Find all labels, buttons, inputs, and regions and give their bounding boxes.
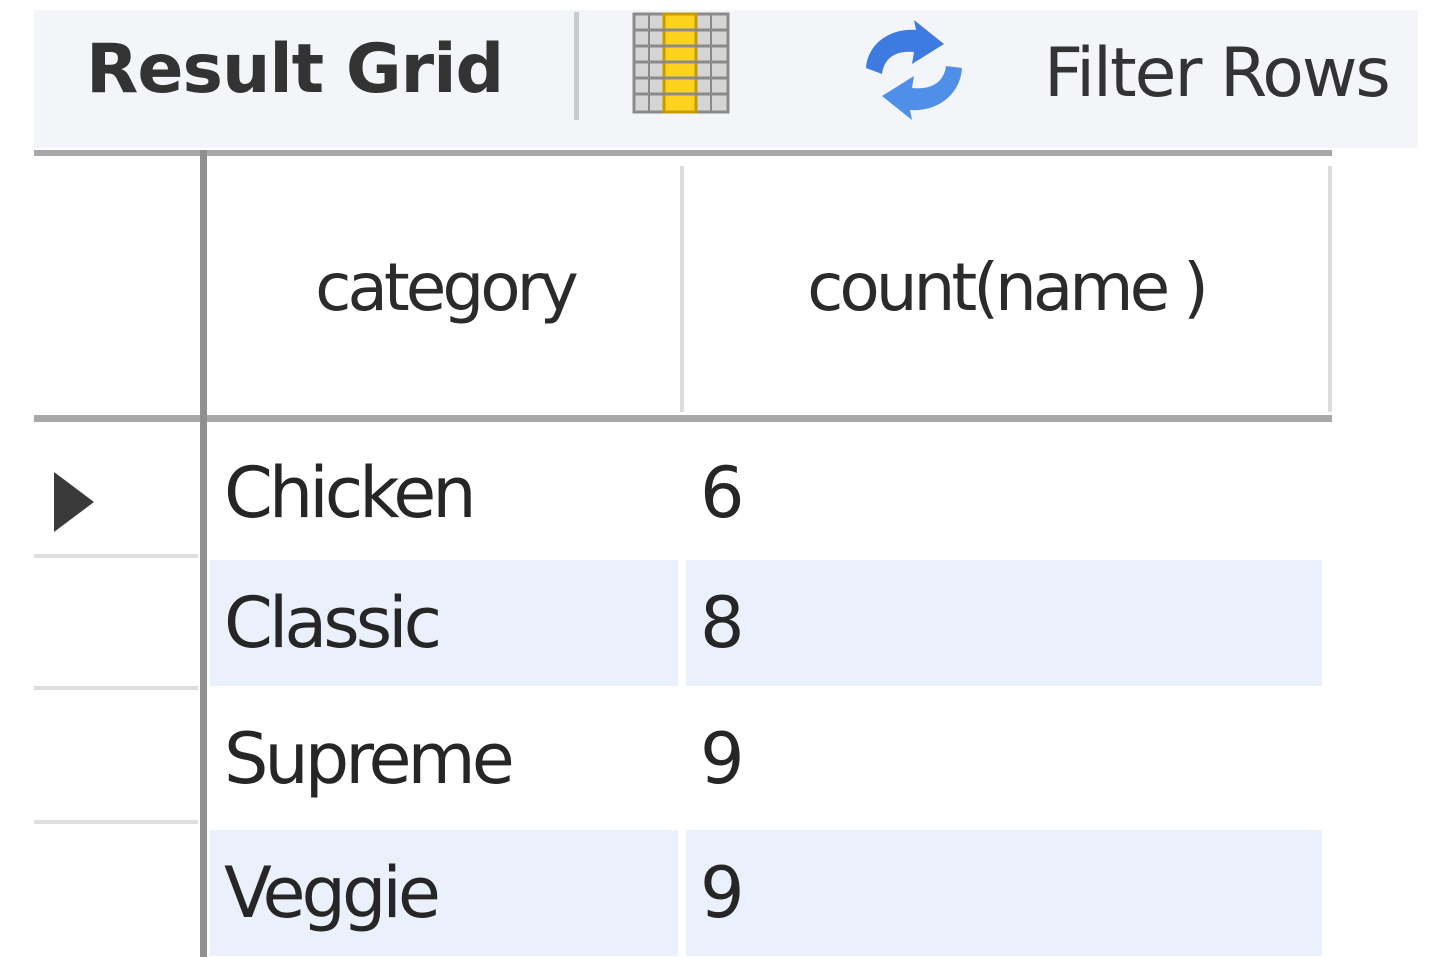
result-grid-toggle-button[interactable]: [630, 12, 732, 116]
header-bottom-border: [34, 415, 1332, 422]
row-pointer-icon: [54, 472, 94, 532]
cell-count[interactable]: 8: [686, 560, 1322, 686]
table-row[interactable]: Chicken 6: [210, 430, 1322, 556]
toolbar-separator: [574, 12, 579, 120]
cell-category[interactable]: Veggie: [210, 830, 678, 956]
refresh-button[interactable]: [848, 18, 980, 122]
table-row[interactable]: Veggie 9: [210, 830, 1322, 956]
column-header-label: category: [315, 249, 579, 326]
row-gutter-separator: [34, 554, 198, 558]
result-grid-tab[interactable]: Result Grid: [86, 30, 504, 110]
result-toolbar: Result Grid Filter Rows: [34, 10, 1418, 148]
cell-category[interactable]: Chicken: [210, 430, 678, 556]
table-row[interactable]: Supreme 9: [210, 696, 1322, 822]
cell-count[interactable]: 9: [686, 830, 1322, 956]
header-top-border: [34, 150, 1332, 156]
row-gutter-separator: [34, 820, 198, 824]
cell-count[interactable]: 9: [686, 696, 1322, 822]
cell-category[interactable]: Classic: [210, 560, 678, 686]
table-row[interactable]: Classic 8: [210, 560, 1322, 686]
cell-category[interactable]: Supreme: [210, 696, 678, 822]
filter-rows-label[interactable]: Filter Rows: [1044, 34, 1391, 114]
refresh-icon: [866, 20, 962, 120]
column-header-category[interactable]: category: [210, 166, 684, 412]
cell-count[interactable]: 6: [686, 430, 1322, 556]
column-header-label: count(name ): [807, 249, 1209, 326]
result-grid-toggle-icon: [632, 12, 730, 114]
row-gutter-separator: [34, 686, 198, 690]
row-gutter-border: [200, 150, 207, 957]
result-grid: category count(name ) Chicken 6 Classic …: [34, 150, 1332, 957]
column-header-count[interactable]: count(name ): [684, 166, 1332, 412]
